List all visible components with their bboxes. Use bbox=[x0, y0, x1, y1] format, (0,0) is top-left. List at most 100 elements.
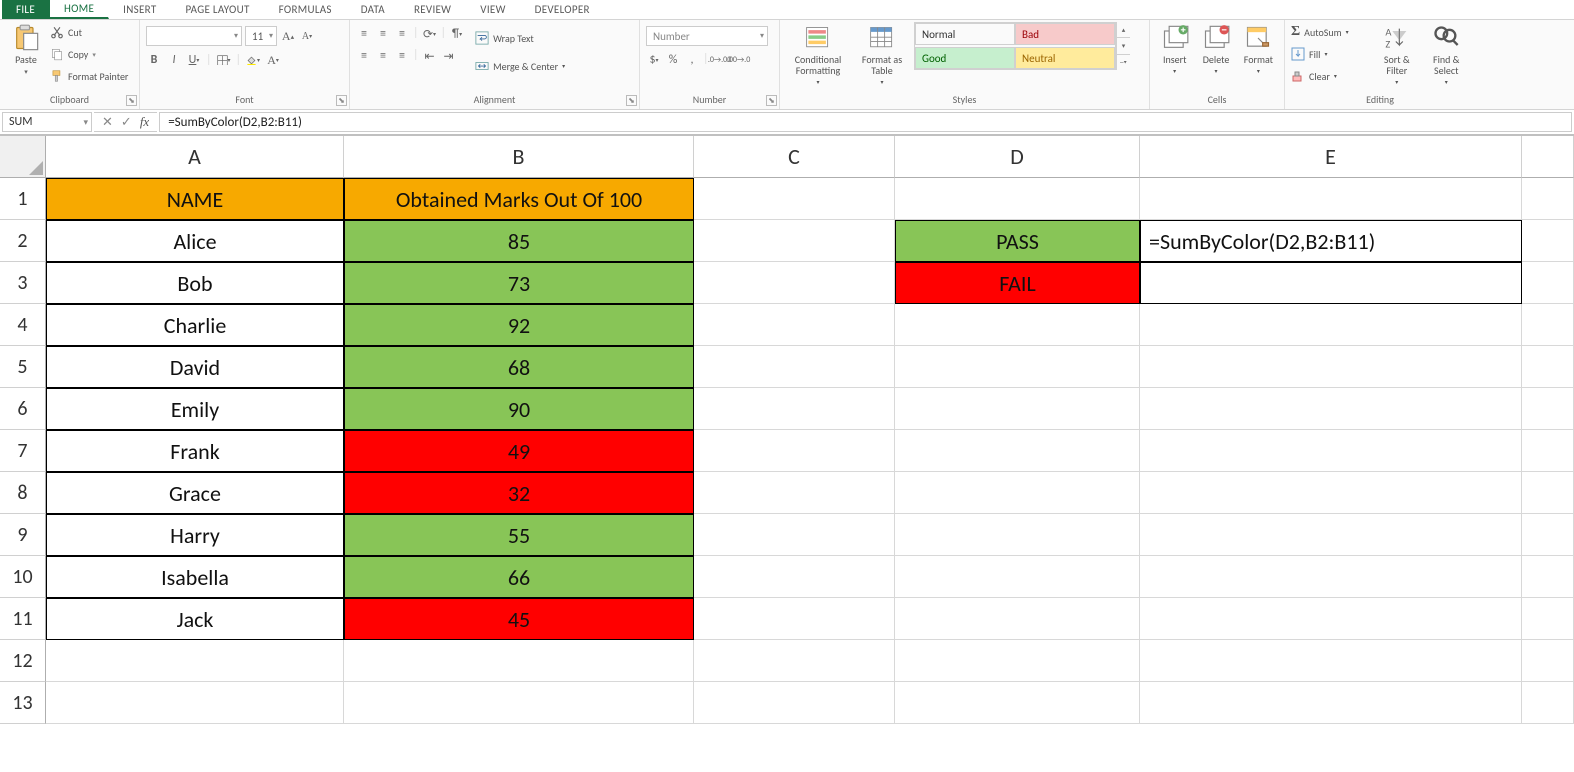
cell-F10[interactable] bbox=[1522, 556, 1574, 598]
row-header-4[interactable]: 4 bbox=[0, 304, 46, 346]
cell-D5[interactable] bbox=[895, 346, 1140, 388]
cell-B4[interactable]: 92 bbox=[344, 304, 694, 346]
row-header-2[interactable]: 2 bbox=[0, 220, 46, 262]
cell-F2[interactable] bbox=[1522, 220, 1574, 262]
alignment-dialog-launcher[interactable]: ⬊ bbox=[626, 95, 637, 106]
cell-A8[interactable]: Grace bbox=[46, 472, 344, 514]
cell-B13[interactable] bbox=[344, 682, 694, 724]
insert-cells-button[interactable]: Insert▾ bbox=[1156, 22, 1193, 75]
cell-B8[interactable]: 32 bbox=[344, 472, 694, 514]
row-header-10[interactable]: 10 bbox=[0, 556, 46, 598]
cell-A4[interactable]: Charlie bbox=[46, 304, 344, 346]
format-cells-button[interactable]: Format▾ bbox=[1239, 22, 1278, 75]
spreadsheet-grid[interactable]: A B C D E 1 NAME Obtained Marks Out Of 1… bbox=[0, 136, 1574, 724]
cell-B12[interactable] bbox=[344, 640, 694, 682]
cell-E1[interactable] bbox=[1140, 178, 1522, 220]
comma-format-button[interactable]: , bbox=[684, 52, 700, 68]
percent-format-button[interactable]: % bbox=[665, 52, 681, 68]
cell-B2[interactable]: 85 bbox=[344, 220, 694, 262]
merge-center-button[interactable]: Merge & Center ▾ bbox=[475, 56, 565, 76]
name-box[interactable]: SUM bbox=[2, 112, 92, 132]
tab-formulas[interactable]: FORMULAS bbox=[265, 0, 347, 19]
cell-D6[interactable] bbox=[895, 388, 1140, 430]
cell-E8[interactable] bbox=[1140, 472, 1522, 514]
increase-font-icon[interactable]: A▴ bbox=[280, 28, 296, 44]
styles-scroll-down[interactable]: ▾ bbox=[1117, 38, 1130, 54]
styles-scroll-up[interactable]: ▴ bbox=[1117, 22, 1130, 38]
font-dialog-launcher[interactable]: ⬊ bbox=[336, 95, 347, 106]
cell-C9[interactable] bbox=[694, 514, 895, 556]
cell-C10[interactable] bbox=[694, 556, 895, 598]
bold-button[interactable]: B bbox=[146, 52, 162, 68]
decrease-decimal-button[interactable]: .00→.0 bbox=[731, 52, 747, 68]
tab-data[interactable]: DATA bbox=[347, 0, 400, 19]
clear-button[interactable]: Clear ▾ bbox=[1291, 66, 1370, 86]
cell-A12[interactable] bbox=[46, 640, 344, 682]
cell-E12[interactable] bbox=[1140, 640, 1522, 682]
row-header-12[interactable]: 12 bbox=[0, 640, 46, 682]
cut-button[interactable]: Cut bbox=[50, 22, 128, 42]
tab-file[interactable]: FILE bbox=[2, 0, 50, 19]
cell-C3[interactable] bbox=[694, 262, 895, 304]
cell-B6[interactable]: 90 bbox=[344, 388, 694, 430]
cell-D4[interactable] bbox=[895, 304, 1140, 346]
align-bottom-icon[interactable]: ≡ bbox=[394, 26, 410, 42]
cell-D12[interactable] bbox=[895, 640, 1140, 682]
style-good[interactable]: Good bbox=[915, 47, 1015, 69]
text-direction-button[interactable]: ¶▾ bbox=[449, 26, 465, 42]
cell-styles-gallery[interactable]: Normal Bad Good Neutral bbox=[914, 22, 1116, 70]
cell-A13[interactable] bbox=[46, 682, 344, 724]
row-header-7[interactable]: 7 bbox=[0, 430, 46, 472]
fill-color-button[interactable]: ▾ bbox=[245, 52, 261, 68]
style-normal[interactable]: Normal bbox=[915, 23, 1015, 45]
cell-A1[interactable]: NAME bbox=[46, 178, 344, 220]
cell-F4[interactable] bbox=[1522, 304, 1574, 346]
col-header-E[interactable]: E bbox=[1140, 136, 1522, 178]
align-left-icon[interactable]: ≡ bbox=[356, 48, 372, 64]
tab-home[interactable]: HOME bbox=[50, 0, 109, 19]
decrease-font-icon[interactable]: A▾ bbox=[299, 28, 315, 44]
autosum-button[interactable]: ΣAutoSum ▾ bbox=[1291, 22, 1370, 42]
align-center-icon[interactable]: ≡ bbox=[375, 48, 391, 64]
font-family-select[interactable] bbox=[146, 26, 242, 46]
cell-A5[interactable]: David bbox=[46, 346, 344, 388]
font-size-select[interactable]: 11 bbox=[245, 26, 277, 46]
increase-indent-icon[interactable]: ⇥ bbox=[441, 48, 457, 64]
cell-F11[interactable] bbox=[1522, 598, 1574, 640]
formula-input[interactable]: =SumByColor(D2,B2:B11) bbox=[159, 112, 1572, 132]
number-dialog-launcher[interactable]: ⬊ bbox=[766, 95, 777, 106]
decrease-indent-icon[interactable]: ⇤ bbox=[422, 48, 438, 64]
cell-F9[interactable] bbox=[1522, 514, 1574, 556]
tab-view[interactable]: VIEW bbox=[466, 0, 520, 19]
cell-B7[interactable]: 49 bbox=[344, 430, 694, 472]
cell-E13[interactable] bbox=[1140, 682, 1522, 724]
clipboard-dialog-launcher[interactable]: ⬊ bbox=[126, 95, 137, 106]
cell-F13[interactable] bbox=[1522, 682, 1574, 724]
cell-C13[interactable] bbox=[694, 682, 895, 724]
cell-F6[interactable] bbox=[1522, 388, 1574, 430]
format-as-table-button[interactable]: Format as Table▾ bbox=[854, 22, 910, 86]
tab-insert[interactable]: INSERT bbox=[109, 0, 171, 19]
accounting-format-button[interactable]: $▾ bbox=[646, 52, 662, 68]
cell-A2[interactable]: Alice bbox=[46, 220, 344, 262]
row-header-6[interactable]: 6 bbox=[0, 388, 46, 430]
copy-button[interactable]: Copy ▾ bbox=[50, 44, 128, 64]
italic-button[interactable]: I bbox=[166, 52, 182, 68]
cell-E9[interactable] bbox=[1140, 514, 1522, 556]
font-color-button[interactable]: A▾ bbox=[265, 52, 281, 68]
cancel-formula-icon[interactable]: ✕ bbox=[102, 115, 113, 130]
number-format-select[interactable]: Number bbox=[646, 26, 768, 46]
row-header-11[interactable]: 11 bbox=[0, 598, 46, 640]
col-header-C[interactable]: C bbox=[694, 136, 895, 178]
styles-more[interactable]: ⎯▾ bbox=[1117, 55, 1130, 70]
align-right-icon[interactable]: ≡ bbox=[394, 48, 410, 64]
row-header-5[interactable]: 5 bbox=[0, 346, 46, 388]
cell-E10[interactable] bbox=[1140, 556, 1522, 598]
col-header-A[interactable]: A bbox=[46, 136, 344, 178]
cell-C12[interactable] bbox=[694, 640, 895, 682]
row-header-13[interactable]: 13 bbox=[0, 682, 46, 724]
cell-E3[interactable] bbox=[1140, 262, 1522, 304]
cell-D13[interactable] bbox=[895, 682, 1140, 724]
cell-C7[interactable] bbox=[694, 430, 895, 472]
enter-formula-icon[interactable]: ✓ bbox=[121, 115, 132, 130]
